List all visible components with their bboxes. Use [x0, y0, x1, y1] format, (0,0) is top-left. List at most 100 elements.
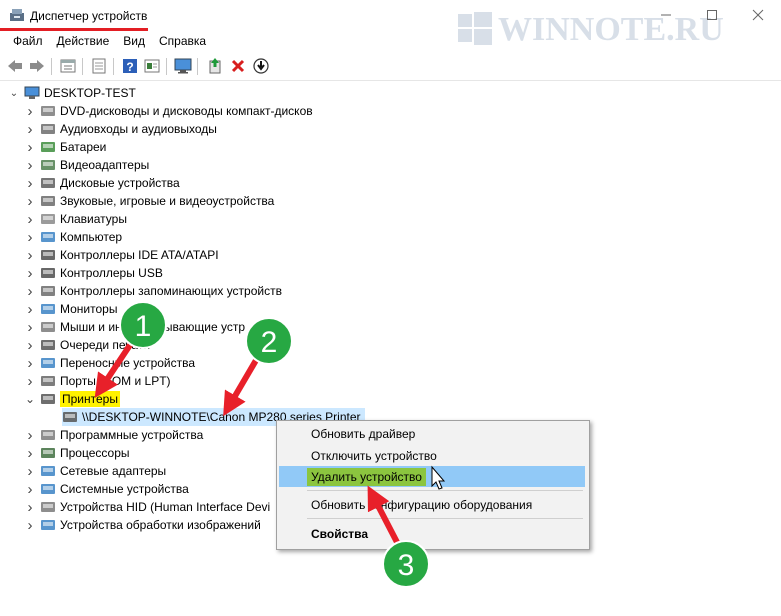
chevron-right-icon[interactable]: ›: [24, 516, 36, 534]
tree-root[interactable]: ⌄ DESKTOP-TEST: [8, 84, 136, 102]
tree-category-item[interactable]: › Видеоадаптеры: [24, 156, 150, 174]
help-icon[interactable]: ?: [121, 57, 139, 75]
ctx-update-driver[interactable]: Обновить драйвер: [279, 423, 585, 444]
chevron-right-icon[interactable]: ›: [24, 120, 36, 138]
minimize-icon[interactable]: [643, 0, 689, 30]
menu-view[interactable]: Вид: [116, 32, 152, 52]
chevron-down-icon[interactable]: ⌄: [24, 390, 36, 408]
tree-category-item[interactable]: › Переносные устройства: [24, 354, 196, 372]
document-icon[interactable]: [90, 57, 108, 75]
tree-category-item[interactable]: › Системные устройства: [24, 480, 189, 498]
close-icon[interactable]: [735, 0, 781, 30]
tree-category-item[interactable]: › Контроллеры запоминающих устройств: [24, 282, 282, 300]
ctx-item-label: Свойства: [311, 526, 369, 541]
chevron-right-icon[interactable]: ›: [24, 336, 36, 354]
tree-category-item[interactable]: › Контроллеры USB: [24, 264, 163, 282]
tree-item-label: Контроллеры запоминающих устройств: [60, 284, 282, 298]
chevron-right-icon[interactable]: ›: [24, 102, 36, 120]
battery-icon: [41, 142, 55, 152]
tree-category-item[interactable]: › Устройства HID (Human Interface Devi: [24, 498, 271, 516]
tree-item-label: Видеоадаптеры: [60, 158, 150, 172]
toolbar-separator: [51, 58, 52, 75]
tree-category-item[interactable]: › Дисковые устройства: [24, 174, 180, 192]
chevron-right-icon[interactable]: ›: [24, 174, 36, 192]
tree-item-label: Порты (COM и LPT): [60, 374, 171, 388]
tree-category-item[interactable]: › Батареи: [24, 138, 107, 156]
tree-item-label: Контроллеры USB: [60, 266, 163, 280]
tree-category-item[interactable]: › Мыши и иные указывающие устр: [24, 318, 246, 336]
tree-category-item[interactable]: › Программные устройства: [24, 426, 204, 444]
tree-category-item[interactable]: › Звуковые, игровые и видеоустройства: [24, 192, 275, 210]
tree-item-label: Очереди печати: [60, 338, 151, 352]
storage-controller-icon: [41, 286, 55, 296]
tree-item-label: Дисковые устройства: [60, 176, 180, 190]
update-driver-icon[interactable]: [206, 57, 224, 75]
cpu-icon: [41, 448, 55, 458]
chevron-right-icon[interactable]: ›: [24, 282, 36, 300]
ctx-separator: [307, 490, 583, 491]
port-icon: [41, 376, 55, 386]
menu-file[interactable]: Файл: [6, 32, 50, 52]
monitor-icon: [41, 304, 55, 314]
maximize-icon[interactable]: [689, 0, 735, 30]
chevron-right-icon[interactable]: ›: [24, 192, 36, 210]
chevron-right-icon[interactable]: ›: [24, 318, 36, 336]
back-arrow-icon[interactable]: [6, 57, 24, 75]
tree-category-item[interactable]: › Компьютер: [24, 228, 123, 246]
tree-item-label: Компьютер: [60, 230, 123, 244]
monitor-icon[interactable]: [174, 57, 192, 75]
ctx-disable-device[interactable]: Отключить устройство: [279, 445, 585, 466]
tree-category-item[interactable]: › Контроллеры IDE ATA/ATAPI: [24, 246, 219, 264]
chevron-right-icon[interactable]: ›: [24, 300, 36, 318]
chevron-right-icon[interactable]: ›: [24, 138, 36, 156]
mouse-icon: [41, 322, 55, 332]
remove-icon[interactable]: [229, 57, 247, 75]
printer-icon: [63, 412, 77, 422]
title-underline: [0, 28, 148, 31]
tree-item-label: DVD-дисководы и дисководы компакт-дисков: [60, 104, 313, 118]
tree-category-item[interactable]: › Порты (COM и LPT): [24, 372, 171, 390]
toolbar-separator: [113, 58, 114, 75]
tree-category-item[interactable]: › Процессоры: [24, 444, 130, 462]
chevron-right-icon[interactable]: ›: [24, 156, 36, 174]
chevron-right-icon[interactable]: ›: [24, 264, 36, 282]
chevron-right-icon[interactable]: ›: [24, 426, 36, 444]
tree-category-item[interactable]: › Сетевые адаптеры: [24, 462, 167, 480]
toolbar-separator: [82, 58, 83, 75]
display-adapter-icon: [41, 160, 55, 170]
tree-category-item[interactable]: › Очереди печати: [24, 336, 151, 354]
toolbar-separator: [197, 58, 198, 75]
chevron-right-icon[interactable]: ›: [24, 354, 36, 372]
forward-arrow-icon[interactable]: [28, 57, 46, 75]
tree-category-item[interactable]: › Мониторы: [24, 300, 118, 318]
view-icon[interactable]: [143, 57, 161, 75]
dvd-icon: [41, 106, 55, 116]
properties-panel-icon[interactable]: [59, 57, 77, 75]
tree-category-item[interactable]: › DVD-дисководы и дисководы компакт-диско…: [24, 102, 313, 120]
chevron-right-icon[interactable]: ›: [24, 246, 36, 264]
download-icon[interactable]: [252, 57, 270, 75]
tree-category-item[interactable]: › Устройства обработки изображений: [24, 516, 261, 534]
tree-item-label: Программные устройства: [60, 428, 204, 442]
menu-action[interactable]: Действие: [50, 32, 117, 52]
tree-category-item[interactable]: ⌄ Принтеры: [24, 390, 120, 408]
chevron-right-icon[interactable]: ›: [24, 210, 36, 228]
ctx-scan-hardware[interactable]: Обновить конфигурацию оборудования: [279, 494, 585, 515]
ctx-uninstall-device[interactable]: Удалить устройство: [279, 466, 585, 487]
tree-category-item[interactable]: › Клавиатуры: [24, 210, 127, 228]
chevron-right-icon[interactable]: ›: [24, 228, 36, 246]
toolbar: ?: [0, 54, 781, 81]
chevron-right-icon[interactable]: ›: [24, 480, 36, 498]
tree-category-item[interactable]: › Аудиовходы и аудиовыходы: [24, 120, 217, 138]
window-controls: [643, 0, 781, 30]
chevron-right-icon[interactable]: ›: [24, 462, 36, 480]
chevron-right-icon[interactable]: ›: [24, 498, 36, 516]
chevron-right-icon[interactable]: ›: [24, 444, 36, 462]
ide-icon: [41, 250, 55, 260]
portable-device-icon: [41, 358, 55, 368]
tree-item-label: Сетевые адаптеры: [60, 464, 167, 478]
chevron-right-icon[interactable]: ›: [24, 372, 36, 390]
menu-help[interactable]: Справка: [152, 32, 213, 52]
ctx-properties[interactable]: Свойства: [279, 523, 585, 544]
chevron-down-icon[interactable]: ⌄: [8, 84, 20, 102]
